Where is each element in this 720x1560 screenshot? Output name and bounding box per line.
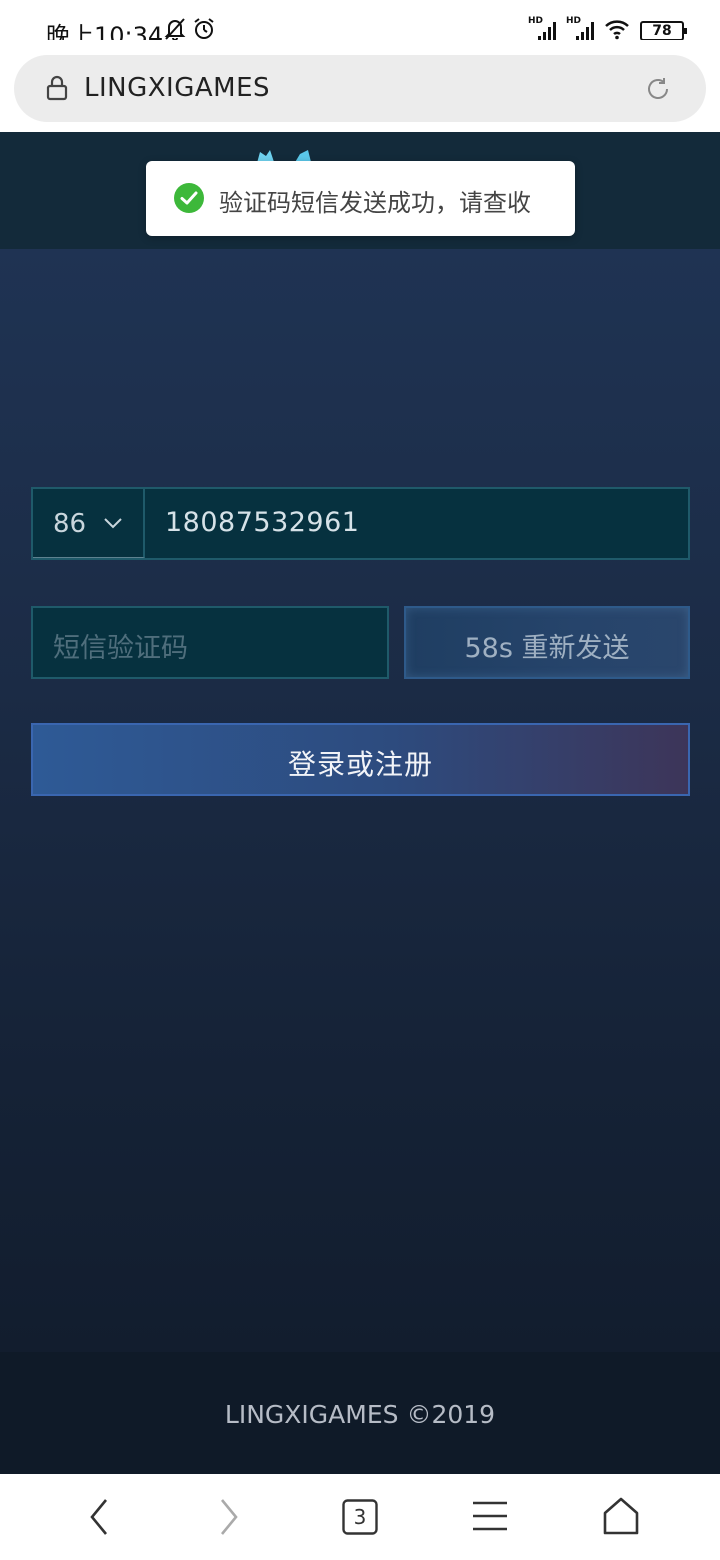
address-text[interactable]: LINGXIGAMES [84, 73, 270, 103]
login-panel [0, 249, 720, 1352]
browser-nav-bar: 3 [0, 1474, 720, 1560]
chevron-down-icon [103, 515, 123, 534]
phone-number-input[interactable]: 18087532961 [165, 507, 359, 538]
home-icon[interactable] [602, 1496, 640, 1540]
page-footer: LINGXIGAMES ©2019 [0, 1352, 720, 1474]
sms-code-input[interactable]: 短信验证码 [31, 606, 389, 679]
reload-icon[interactable] [644, 75, 672, 107]
toast-notification: 验证码短信发送成功，请查收 [146, 161, 575, 236]
copyright-text: LINGXIGAMES ©2019 [224, 1400, 496, 1429]
forward-icon[interactable] [216, 1496, 242, 1542]
phone-row: 86 18087532961 [31, 487, 690, 560]
resend-label: 58s 重新发送 [464, 633, 630, 664]
menu-icon[interactable] [472, 1500, 508, 1536]
lock-icon [46, 75, 68, 105]
back-icon[interactable] [86, 1496, 112, 1542]
toast-message: 验证码短信发送成功，请查收 [219, 189, 531, 217]
sms-code-placeholder: 短信验证码 [53, 633, 188, 664]
country-code-value: 86 [53, 509, 87, 539]
signal-strength-icon: HD [528, 16, 556, 42]
login-register-button[interactable]: 登录或注册 [31, 723, 690, 796]
resend-code-button[interactable]: 58s 重新发送 [404, 606, 690, 679]
country-code-select[interactable]: 86 [33, 489, 145, 558]
battery-icon: 78 [640, 21, 687, 41]
check-circle-icon [174, 183, 204, 217]
signal-strength-icon: HD [566, 16, 594, 42]
address-bar[interactable]: LINGXIGAMES [14, 55, 706, 122]
browser-toolbar: LINGXIGAMES [0, 40, 720, 132]
tabs-count: 3 [353, 1505, 367, 1529]
tabs-button[interactable]: 3 [342, 1499, 378, 1535]
login-label: 登录或注册 [287, 748, 433, 781]
